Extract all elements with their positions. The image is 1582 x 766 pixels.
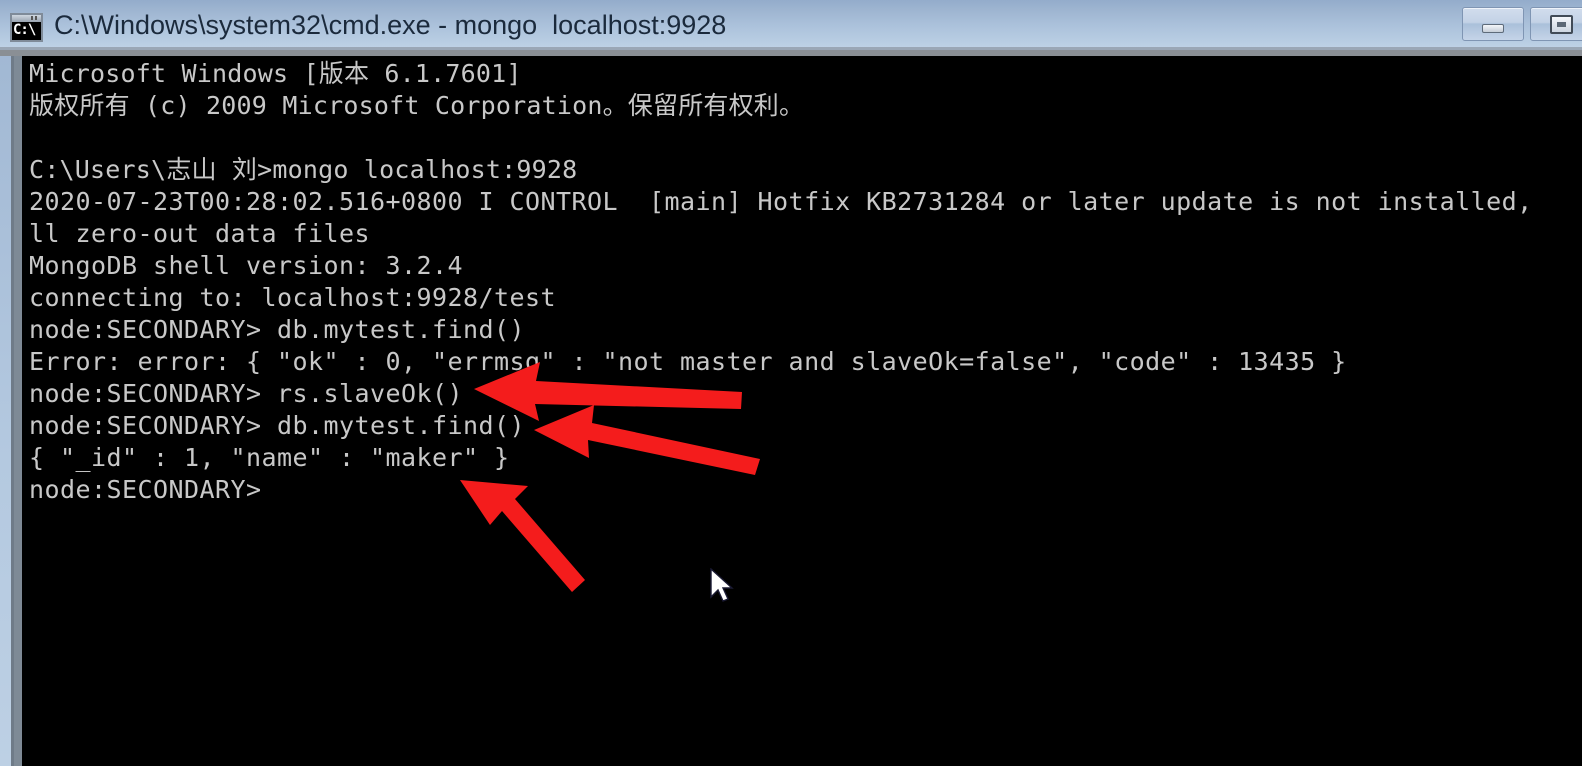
maximize-button[interactable] — [1530, 7, 1582, 41]
console-line: Microsoft Windows [版本 6.1.7601] — [29, 59, 522, 88]
console-line: Error: error: { "ok" : 0, "errmsg" : "no… — [29, 347, 1347, 376]
console-output-area[interactable]: Microsoft Windows [版本 6.1.7601] 版权所有 (c) … — [22, 56, 1582, 766]
console-line: node:SECONDARY> db.mytest.find() — [29, 315, 526, 344]
console-line: node:SECONDARY> db.mytest.find() — [29, 411, 526, 440]
console-line: C:\Users\志山 刘>mongo localhost:9928 — [29, 155, 578, 184]
title-bar[interactable]: C:\ C:\Windows\system32\cmd.exe - mongo … — [0, 0, 1582, 50]
cmd-icon-buttons — [31, 16, 39, 20]
minimize-button[interactable] — [1462, 7, 1524, 41]
screenshot-root: C:\ C:\Windows\system32\cmd.exe - mongo … — [0, 0, 1582, 766]
console-line: MongoDB shell version: 3.2.4 — [29, 251, 464, 280]
console-line: connecting to: localhost:9928/test — [29, 283, 557, 312]
window-caption-buttons — [1462, 7, 1582, 41]
cmd-exe-icon[interactable]: C:\ — [10, 13, 43, 42]
minimize-icon — [1482, 23, 1504, 33]
window-title: C:\Windows\system32\cmd.exe - mongo loca… — [54, 10, 727, 40]
cmd-icon-label: C:\ — [13, 22, 36, 38]
console-line: node:SECONDARY> — [29, 475, 262, 504]
console-line: 版权所有 (c) 2009 Microsoft Corporation。保留所有… — [29, 91, 805, 120]
console-frame: Microsoft Windows [版本 6.1.7601] 版权所有 (c) … — [11, 56, 1582, 766]
console-line: { "_id" : 1, "name" : "maker" } — [29, 443, 510, 472]
console-line: node:SECONDARY> rs.slaveOk() — [29, 379, 464, 408]
console-line: ll zero-out data files — [29, 219, 371, 248]
console-line: 2020-07-23T00:28:02.516+0800 I CONTROL [… — [29, 187, 1533, 216]
maximize-icon — [1549, 14, 1573, 34]
